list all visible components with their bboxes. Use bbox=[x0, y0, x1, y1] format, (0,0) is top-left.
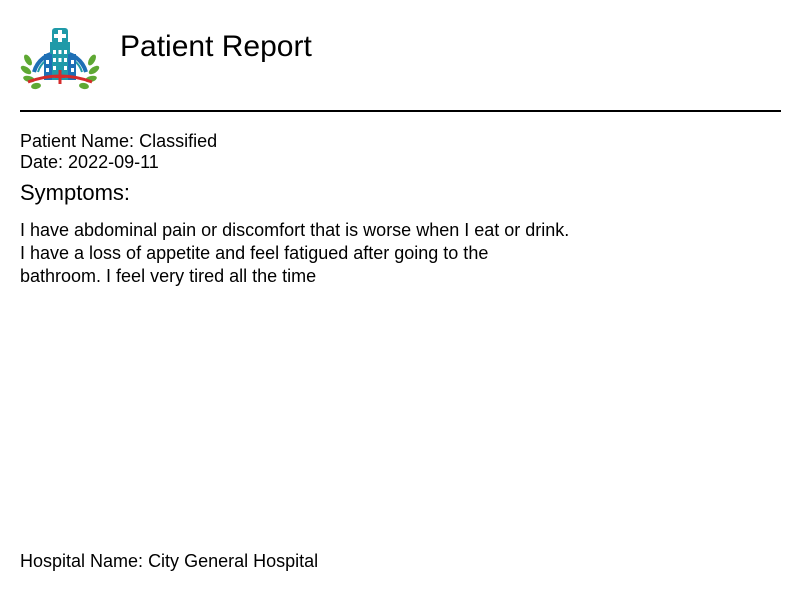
header-divider bbox=[20, 110, 781, 112]
report-date-row: Date: 2022-09-11 bbox=[20, 152, 159, 173]
hospital-name-value: City General Hospital bbox=[148, 551, 319, 571]
symptoms-line: I have abdominal pain or discomfort that… bbox=[20, 220, 570, 240]
symptoms-line: bathroom. I feel very tired all the time bbox=[20, 266, 317, 286]
date-label: Date: bbox=[20, 152, 64, 172]
hospital-name-label: Hospital Name: bbox=[20, 551, 144, 571]
symptoms-line: I have a loss of appetite and feel fatig… bbox=[20, 243, 489, 263]
hospital-name-row: Hospital Name: City General Hospital bbox=[20, 551, 318, 572]
patient-name-row: Patient Name: Classified bbox=[20, 131, 217, 152]
patient-name-value: Classified bbox=[139, 131, 218, 151]
hospital-logo-icon bbox=[20, 20, 100, 94]
page-title: Patient Report bbox=[120, 30, 312, 63]
date-value: 2022-09-11 bbox=[68, 152, 159, 172]
symptoms-heading: Symptoms: bbox=[20, 180, 131, 205]
symptoms-text: I have abdominal pain or discomfort that… bbox=[20, 219, 580, 288]
patient-name-label: Patient Name: bbox=[20, 131, 135, 151]
